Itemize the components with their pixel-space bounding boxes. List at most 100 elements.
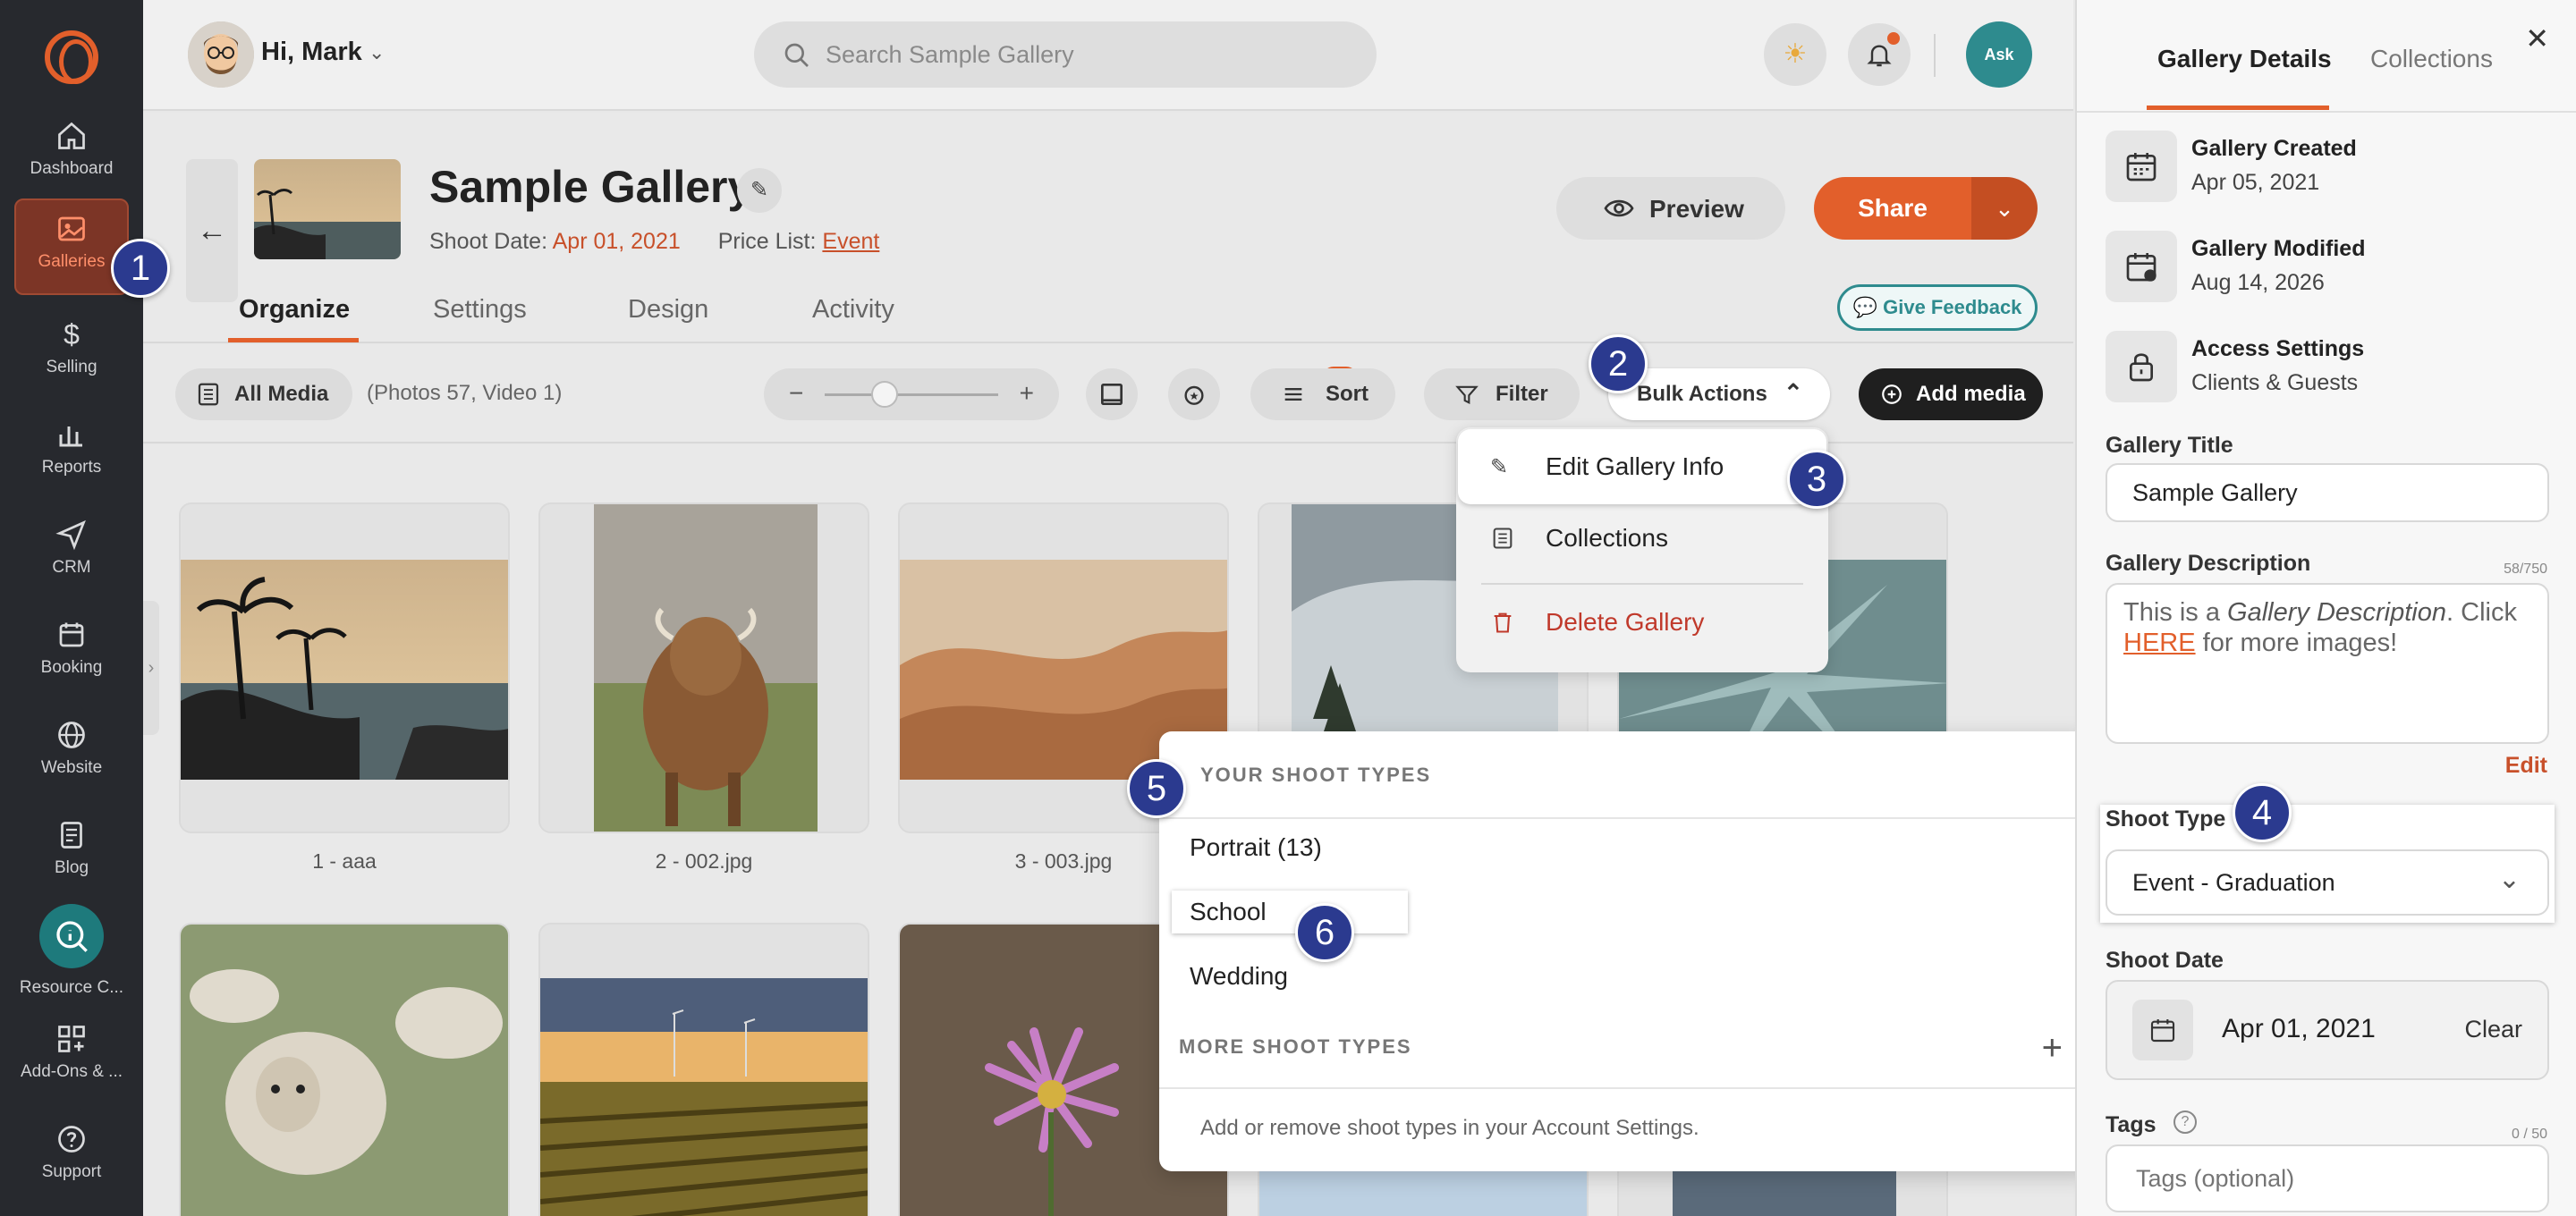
menu-item-edit-gallery-info[interactable]: Edit Gallery Info [1546,452,1724,481]
nav-dashboard[interactable]: Dashboard [0,107,143,200]
nav-booking[interactable]: Booking [0,606,143,699]
tab-gallery-details[interactable]: Gallery Details [2157,45,2332,73]
nav-crm[interactable]: CRM [0,506,143,599]
media-card[interactable] [179,923,510,1216]
clear-date-button[interactable]: Clear [2464,1016,2522,1043]
sort-button[interactable]: Sort [1250,368,1395,420]
photo-highland-cow [540,504,868,832]
search-input[interactable] [826,21,1326,88]
price-list-link[interactable]: Event [822,229,879,254]
nav-support[interactable]: Support [0,1110,143,1203]
feedback-label: Give Feedback [1883,296,2022,318]
menu-item-collections[interactable]: Collections [1546,524,1668,553]
app-logo[interactable] [45,30,98,84]
all-media-button[interactable]: All Media [175,368,352,420]
zoom-handle[interactable] [871,381,898,408]
media-card[interactable] [538,502,869,833]
user-avatar[interactable] [188,21,254,88]
step-marker-3: 3 [1787,450,1846,509]
tags-input[interactable] [2106,1144,2549,1212]
view-mode-button[interactable] [1086,368,1138,420]
give-feedback-button[interactable]: 💬 Give Feedback [1837,284,2038,331]
gallery-title-input[interactable] [2106,463,2549,522]
search-bar[interactable] [754,21,1377,88]
edit-description-link[interactable]: Edit [2505,753,2547,779]
filter-button[interactable]: Filter [1424,368,1580,420]
single-view-icon [1101,384,1123,405]
trash-icon [1494,612,1512,633]
speech-bubble-icon: 💬 [1852,296,1877,318]
tab-collections[interactable]: Collections [2370,45,2493,73]
tab-settings[interactable]: Settings [433,295,527,325]
share-dropdown-button[interactable]: ⌄ [1971,177,2038,240]
nav-website[interactable]: Website [0,706,143,799]
media-caption: 2 - 002.jpg [655,849,753,873]
share-button[interactable]: Share [1814,177,1971,240]
tab-design[interactable]: Design [628,295,708,325]
nav-add-ons[interactable]: Add-Ons & ... [0,1010,143,1103]
calendar-icon[interactable] [2132,1000,2193,1060]
calendar-icon [59,622,84,647]
all-media-label: All Media [234,382,329,406]
plus-icon[interactable]: + [2042,1028,2063,1068]
nav-label: Booking [40,658,103,677]
notifications-button[interactable] [1848,23,1911,86]
nav-label: Add-Ons & ... [20,1062,123,1081]
user-greeting[interactable]: Hi, Mark [261,38,362,67]
media-card[interactable] [179,502,510,833]
chevron-down-icon: ⌄ [1995,195,2014,222]
gallery-cover-thumbnail[interactable] [254,159,401,259]
shoot-date-label: Shoot Date: [429,229,548,254]
zoom-in-icon[interactable]: + [1020,379,1034,408]
nav-reports[interactable]: Reports [0,406,143,499]
ask-assistant-button[interactable]: Ask [1966,21,2032,88]
nav-selling[interactable]: $ Selling [0,306,143,399]
photo-beach-palms [181,504,508,832]
shoot-date-field[interactable]: Apr 01, 2021 Clear [2106,980,2549,1080]
desc-italic: Gallery Description [2227,598,2447,627]
tab-organize[interactable]: Organize [239,295,350,325]
access-settings-value: Clients & Guests [2191,370,2359,395]
shoot-types-footer-note: Add or remove shoot types in your Accoun… [1200,1116,1699,1140]
step-marker-5: 5 [1127,759,1186,818]
shoot-type-select[interactable]: Event - Graduation ⌄ [2106,849,2549,916]
theme-toggle-button[interactable]: ☀ [1764,23,1826,86]
preview-button[interactable]: Preview [1556,177,1785,240]
arrow-left-icon: ← [197,214,227,248]
option-portrait[interactable]: Portrait (13) [1190,833,1322,862]
nav-galleries[interactable]: Galleries [14,198,129,295]
option-school[interactable]: School [1190,898,1267,926]
gallery-modified-label: Gallery Modified [2191,236,2366,261]
cover-image [254,159,401,259]
nav-resource-center[interactable]: Resource C... [0,973,143,1000]
back-button[interactable]: ← [186,159,238,302]
close-icon[interactable]: ✕ [2525,21,2549,55]
media-card[interactable] [538,923,869,1216]
filter-icon [1455,385,1479,405]
description-char-counter: 58/750 [2504,562,2547,577]
info-icon[interactable]: ? [2174,1110,2197,1134]
access-settings-label[interactable]: Access Settings [2191,336,2364,362]
sun-icon: ☀ [1783,39,1808,69]
chevron-down-icon[interactable]: ⌄ [369,41,385,64]
expand-panel-arrow[interactable]: › [143,601,159,735]
desc-link-here[interactable]: HERE [2123,629,2196,657]
more-shoot-types-header[interactable]: MORE SHOOT TYPES [1179,1035,1412,1059]
desc-part: for more images! [2195,629,2398,657]
sort-icon [1284,388,1302,401]
favorites-button[interactable] [1168,368,1220,420]
tab-activity[interactable]: Activity [812,295,894,325]
option-wedding[interactable]: Wedding [1190,962,1288,991]
lock-icon [2106,331,2177,402]
bulk-actions-menu: ✎ Edit Gallery Info Collections Delete G… [1456,427,1828,672]
zoom-out-icon[interactable]: − [789,379,803,408]
eye-icon [1604,199,1634,217]
share-label: Share [1858,194,1928,222]
resource-center-button[interactable] [39,904,104,968]
step-marker-1: 1 [111,239,170,298]
add-media-button[interactable]: Add media [1859,368,2043,420]
menu-item-delete-gallery[interactable]: Delete Gallery [1546,608,1704,637]
edit-title-button[interactable]: ✎ [737,168,782,213]
zoom-slider[interactable]: − + [764,368,1059,420]
nav-blog[interactable]: Blog [0,806,143,899]
